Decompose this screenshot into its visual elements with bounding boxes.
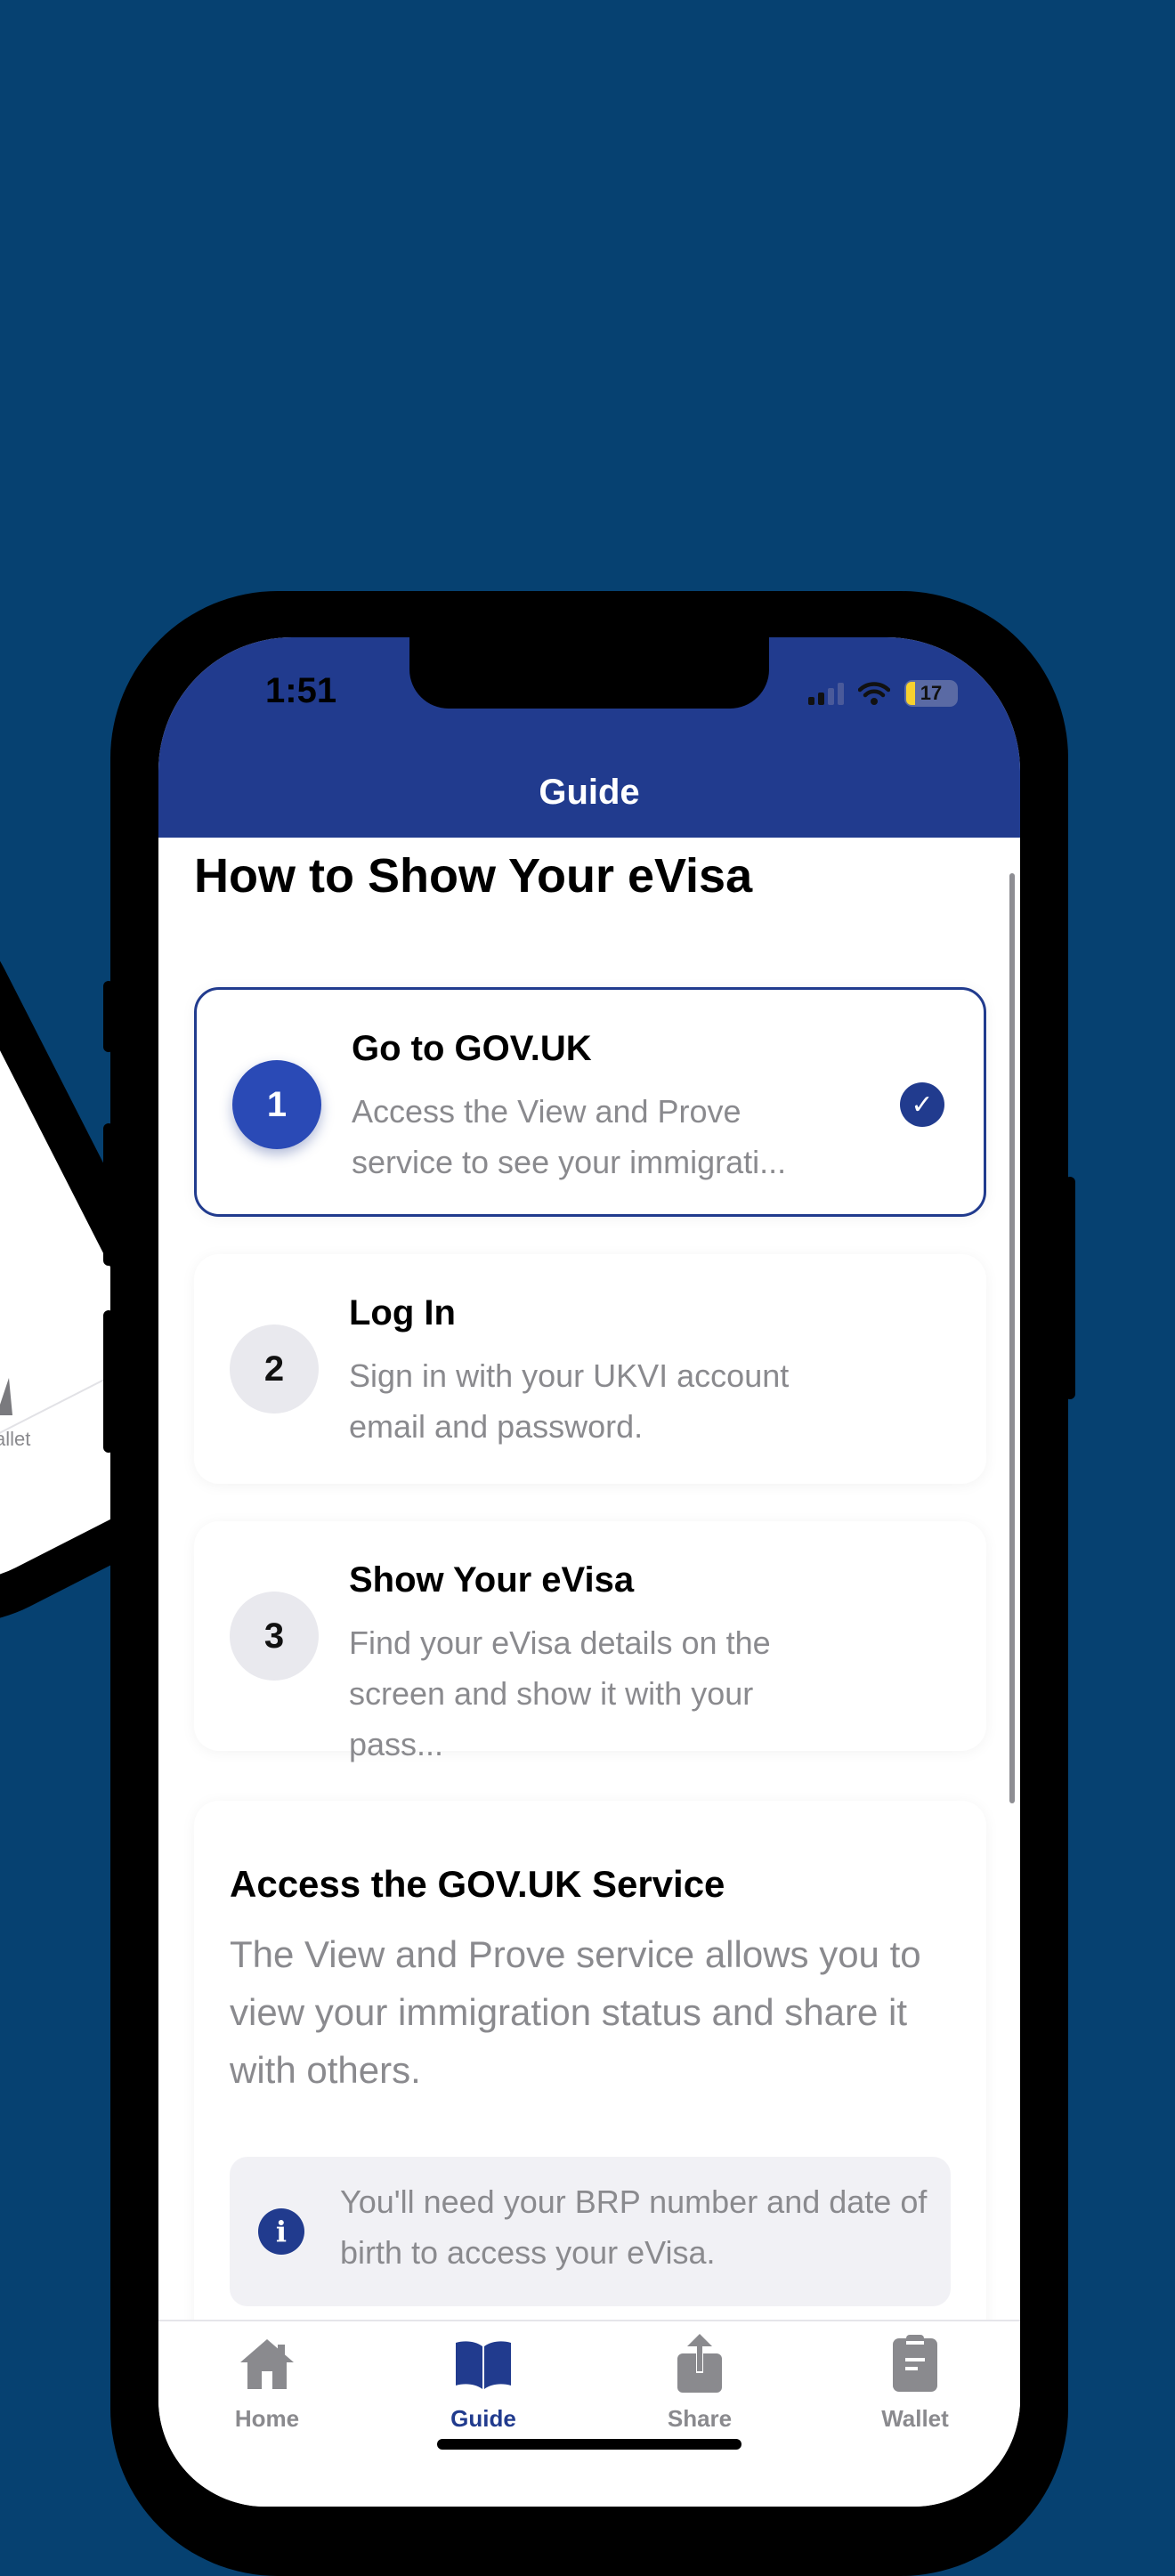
step-title: Go to GOV.UK	[352, 1029, 592, 1068]
tab-guide[interactable]: Guide	[417, 2334, 550, 2433]
info-body: The View and Prove service allows you to…	[230, 1933, 921, 2091]
tab-share[interactable]: Share	[633, 2334, 766, 2433]
step-description: Find your eVisa details on the screen an…	[349, 1624, 771, 1762]
step-number: 3	[230, 1592, 319, 1681]
service-info-card: Access the GOV.UK Service The View and P…	[194, 1801, 986, 2320]
header-title: Guide	[539, 773, 640, 812]
step-title: Log In	[349, 1293, 456, 1333]
step-card-3[interactable]: 3 Show Your eVisa Find your eVisa detail…	[194, 1521, 986, 1762]
tab-label: Wallet	[881, 2405, 949, 2432]
step-title: Show Your eVisa	[349, 1560, 635, 1600]
nav-header: 1:51 17 Guide	[158, 637, 1020, 838]
battery-icon: 17	[904, 680, 958, 707]
tab-label: Share	[667, 2405, 733, 2432]
app-screen: 1:51 17 Guide How to Show Your eVisa 1 G…	[158, 637, 1020, 2507]
battery-level: 17	[920, 682, 943, 704]
mute-switch	[103, 981, 114, 1052]
status-time: 1:51	[265, 671, 337, 710]
status-indicators: 17	[808, 680, 958, 707]
home-indicator	[437, 2439, 741, 2450]
tab-label: Home	[234, 2405, 300, 2432]
info-icon: i	[258, 2208, 304, 2255]
camera-notch	[409, 637, 769, 709]
step-number: 2	[230, 1324, 319, 1414]
notice-text: You'll need your BRP number and date of …	[340, 2183, 928, 2271]
background-wallet-icon	[0, 1378, 12, 1415]
book-icon	[452, 2334, 515, 2394]
info-title: Access the GOV.UK Service	[230, 1863, 725, 1905]
cellular-signal-icon	[808, 682, 844, 705]
tab-label: Guide	[450, 2405, 516, 2432]
wifi-icon	[858, 682, 890, 705]
home-icon	[237, 2334, 297, 2394]
volume-up-button	[103, 1123, 114, 1266]
background-wallet-label: allet	[0, 1428, 31, 1450]
tab-bar: Home Guide Share Wallet	[158, 2320, 1020, 2507]
phone-frame: 1:51 17 Guide How to Show Your eVisa 1 G…	[103, 591, 1075, 2576]
page-heading: How to Show Your eVisa	[194, 849, 753, 903]
scroll-content[interactable]: How to Show Your eVisa 1 Go to GOV.UK Ac…	[158, 838, 1020, 2320]
tab-wallet[interactable]: Wallet	[848, 2334, 982, 2433]
requirement-notice: i You'll need your BRP number and date o…	[230, 2157, 951, 2306]
scrollbar[interactable]	[1009, 873, 1015, 1803]
power-button	[1065, 1177, 1075, 1399]
wallet-icon	[891, 2334, 939, 2394]
tab-home[interactable]: Home	[200, 2334, 334, 2433]
share-icon	[675, 2334, 725, 2394]
step-number: 1	[232, 1060, 321, 1149]
step-description: Sign in with your UKVI account email and…	[349, 1357, 790, 1445]
step-card-2[interactable]: 2 Log In Sign in with your UKVI account …	[194, 1254, 986, 1484]
step-description: Access the View and Prove service to see…	[352, 1093, 787, 1180]
checkmark-icon: ✓	[900, 1082, 944, 1127]
volume-down-button	[103, 1310, 114, 1453]
step-card-1[interactable]: 1 Go to GOV.UK Access the View and Prove…	[194, 987, 986, 1217]
